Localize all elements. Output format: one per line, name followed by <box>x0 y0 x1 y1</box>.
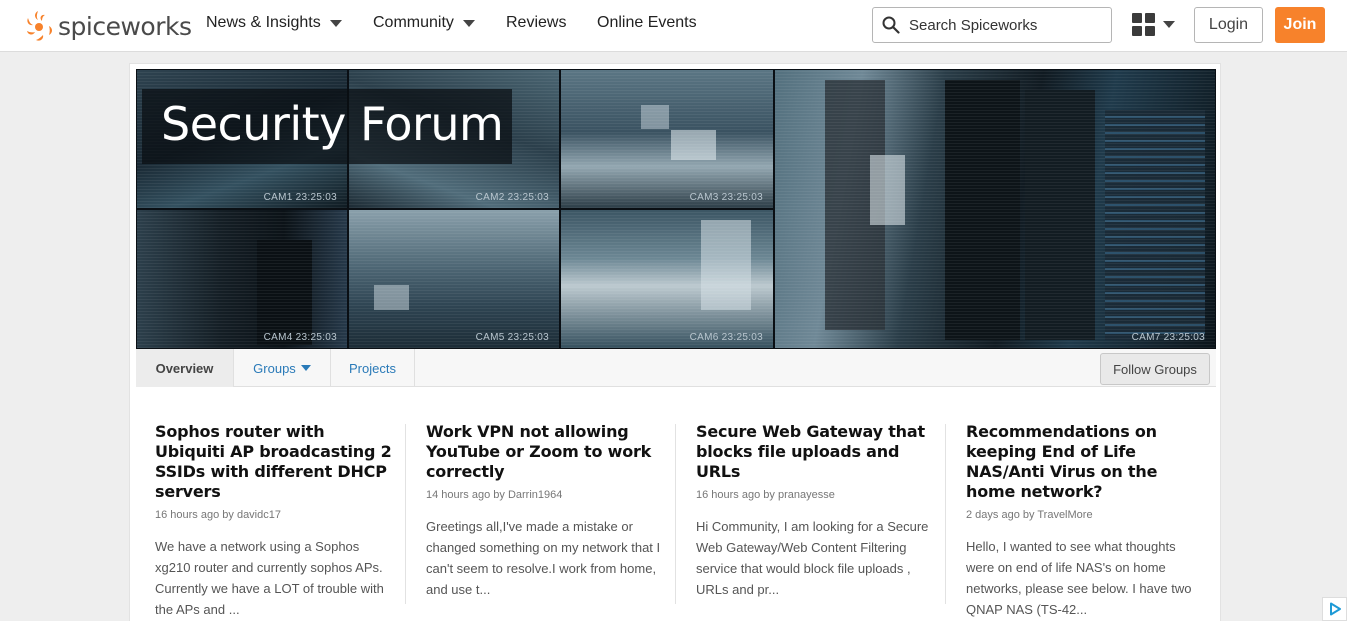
topic-meta: 16 hours ago by pranayesse <box>696 489 835 501</box>
search-input[interactable] <box>909 16 1109 34</box>
topic-card[interactable]: Sophos router with Ubiquiti AP broadcast… <box>155 422 395 620</box>
camera-feed-5: CAM5 23:25:03 <box>348 209 560 349</box>
camera-label: CAM3 23:25:03 <box>689 192 763 203</box>
banner-title-box: Security Forum <box>142 89 512 164</box>
topic-excerpt: We have a network using a Sophos xg210 r… <box>155 539 384 617</box>
topic-title[interactable]: Recommendations on keeping End of Life N… <box>966 422 1206 502</box>
chevron-down-icon <box>329 19 342 27</box>
chevron-down-icon <box>462 19 475 27</box>
nav-community-label: Community <box>373 14 454 31</box>
camera-label: CAM5 23:25:03 <box>475 332 549 343</box>
grid-icon <box>1132 13 1155 36</box>
tab-projects-label: Projects <box>349 360 396 376</box>
camera-label: CAM4 23:25:03 <box>263 332 337 343</box>
forum-banner: CAM1 23:25:03 CAM2 23:25:03 CAM3 23:25:0… <box>136 69 1216 349</box>
topic-meta: 14 hours ago by Darrin1964 <box>426 489 563 501</box>
adchoices-icon[interactable] <box>1322 597 1347 621</box>
topic-meta: 16 hours ago by davidc17 <box>155 509 281 521</box>
camera-feed-3: CAM3 23:25:03 <box>560 69 774 209</box>
search-icon <box>882 16 900 34</box>
spiceworks-logo[interactable]: spiceworks <box>24 8 192 44</box>
topic-excerpt: Greetings all,I've made a mistake or cha… <box>426 519 661 597</box>
chevron-down-icon <box>1163 21 1175 28</box>
camera-label: CAM7 23:25:03 <box>1131 332 1205 343</box>
follow-groups-button[interactable]: Follow Groups <box>1100 353 1210 385</box>
spiceworks-logo-icon <box>27 11 52 41</box>
search-box[interactable] <box>872 7 1112 43</box>
forum-card: CAM1 23:25:03 CAM2 23:25:03 CAM3 23:25:0… <box>129 63 1221 621</box>
tab-groups[interactable]: Groups <box>234 349 331 387</box>
tab-projects[interactable]: Projects <box>331 349 415 387</box>
nav-community[interactable]: Community <box>373 14 475 32</box>
camera-label: CAM2 23:25:03 <box>475 192 549 203</box>
camera-label: CAM6 23:25:03 <box>689 332 763 343</box>
topic-excerpt: Hi Community, I am looking for a Secure … <box>696 519 929 597</box>
topic-title[interactable]: Secure Web Gateway that blocks file uplo… <box>696 422 936 482</box>
nav-online-events[interactable]: Online Events <box>597 14 697 32</box>
nav-online-events-label: Online Events <box>597 14 697 31</box>
nav-reviews[interactable]: Reviews <box>506 14 566 32</box>
camera-feed-4: CAM4 23:25:03 <box>136 209 348 349</box>
tab-groups-label: Groups <box>253 360 296 376</box>
tab-overview[interactable]: Overview <box>136 349 234 387</box>
nav-news-insights-label: News & Insights <box>206 14 321 31</box>
logo-text: spiceworks <box>58 11 192 41</box>
nav-reviews-label: Reviews <box>506 14 567 31</box>
camera-feed-7: CAM7 23:25:03 <box>774 69 1216 349</box>
topic-title[interactable]: Sophos router with Ubiquiti AP broadcast… <box>155 422 395 502</box>
top-navigation-bar: spiceworks News & Insights Community Rev… <box>0 0 1347 52</box>
topic-card[interactable]: Recommendations on keeping End of Life N… <box>966 422 1206 620</box>
chevron-down-icon <box>300 365 311 371</box>
topic-card[interactable]: Secure Web Gateway that blocks file uplo… <box>696 422 936 600</box>
topic-card[interactable]: Work VPN not allowing YouTube or Zoom to… <box>426 422 666 600</box>
topic-divider <box>675 424 676 604</box>
forum-tabs: Overview Groups Projects Follow Groups <box>136 349 1216 387</box>
tab-overview-label: Overview <box>155 360 214 376</box>
camera-feed-6: CAM6 23:25:03 <box>560 209 774 349</box>
play-triangle-icon <box>1329 602 1341 616</box>
camera-label: CAM1 23:25:03 <box>263 192 337 203</box>
page-title: Security Forum <box>161 97 504 151</box>
join-button[interactable]: Join <box>1275 7 1325 43</box>
apps-menu-button[interactable] <box>1132 13 1175 36</box>
topic-divider <box>405 424 406 604</box>
topic-excerpt: Hello, I wanted to see what thoughts wer… <box>966 539 1192 617</box>
login-button[interactable]: Login <box>1194 7 1263 43</box>
topic-meta: 2 days ago by TravelMore <box>966 509 1093 521</box>
topic-title[interactable]: Work VPN not allowing YouTube or Zoom to… <box>426 422 666 482</box>
topic-divider <box>945 424 946 604</box>
nav-news-insights[interactable]: News & Insights <box>206 14 342 32</box>
